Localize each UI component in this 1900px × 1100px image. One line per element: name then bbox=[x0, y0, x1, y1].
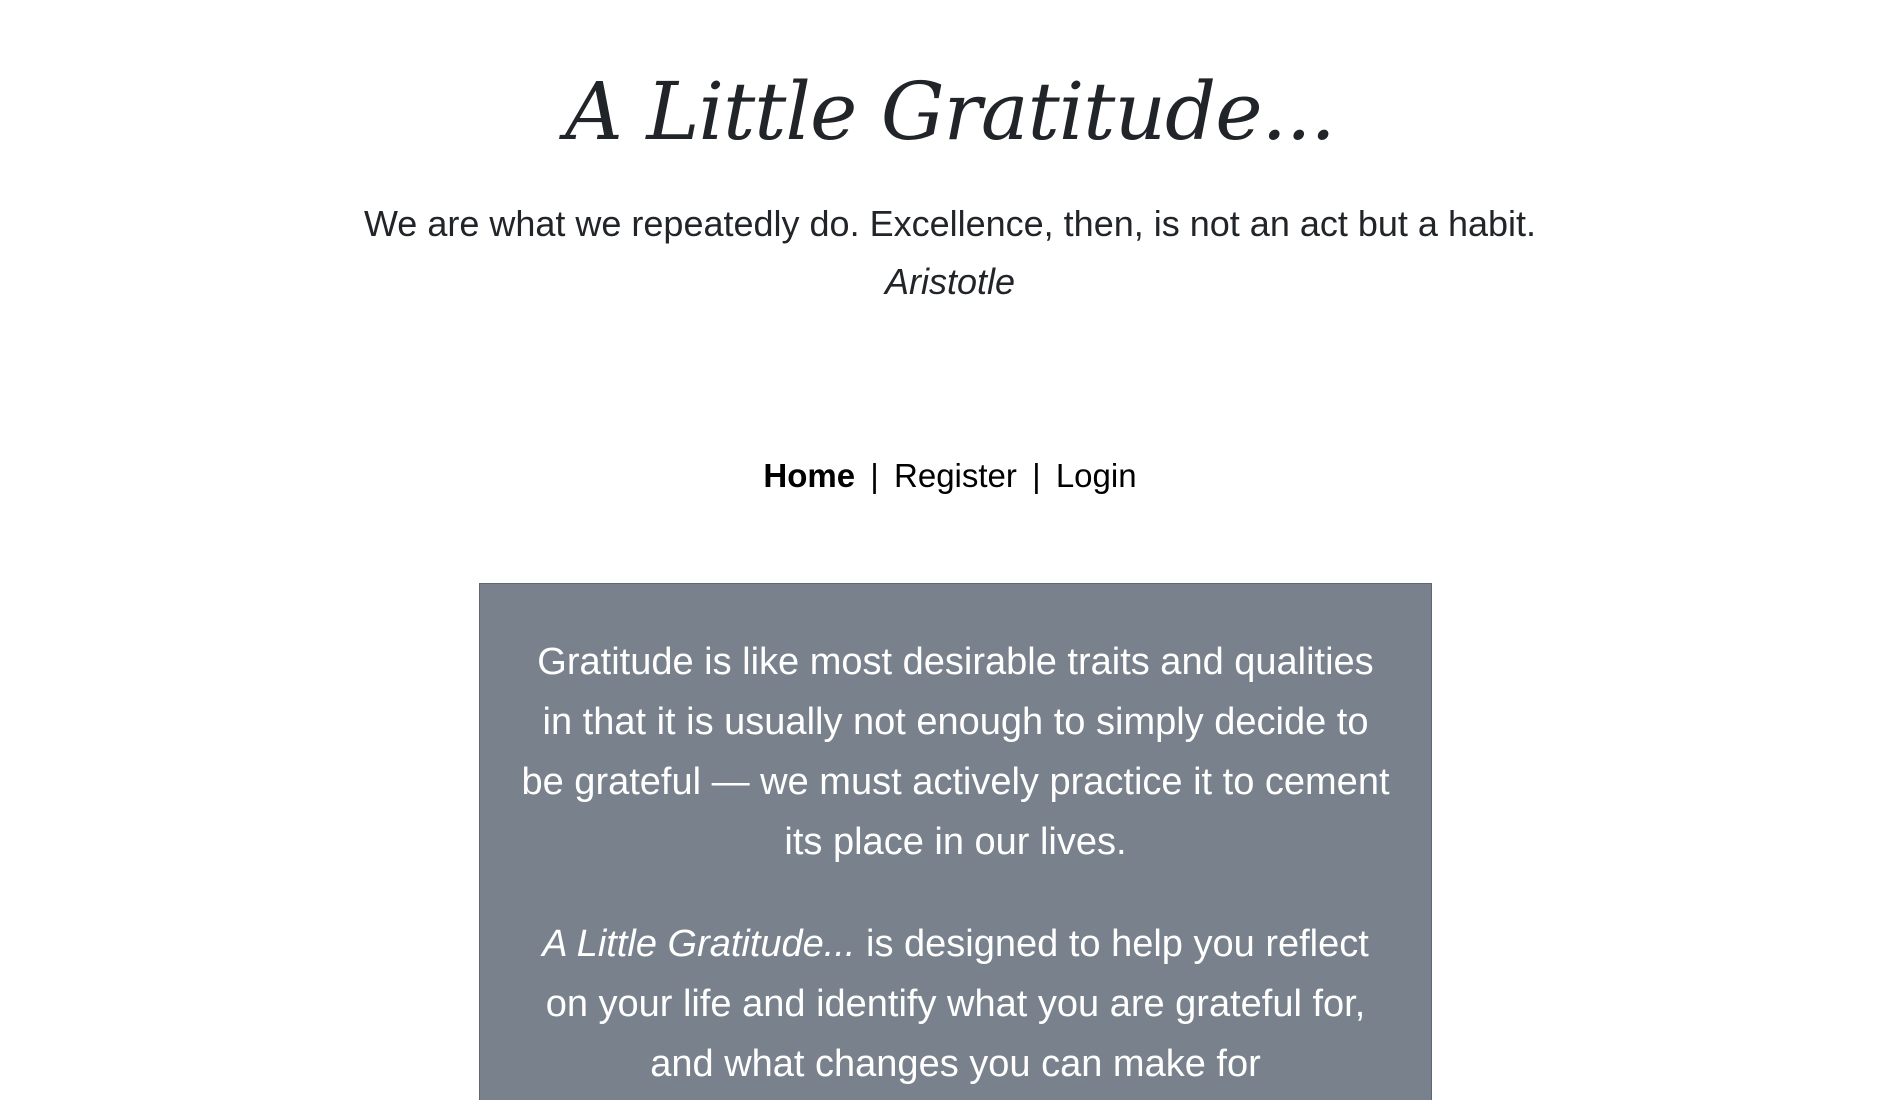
quote-text: We are what we repeatedly do. Excellence… bbox=[363, 203, 1537, 244]
nav-home-link[interactable]: Home bbox=[763, 457, 855, 494]
intro-paragraph-1: Gratitude is like most desirable traits … bbox=[521, 641, 1390, 863]
site-title: A Little Gratitude... bbox=[565, 65, 1336, 158]
nav-login-link[interactable]: Login bbox=[1056, 457, 1137, 494]
quote-author: Aristotle bbox=[884, 261, 1016, 302]
nav-register-link[interactable]: Register bbox=[894, 457, 1017, 494]
nav-separator: | bbox=[1032, 457, 1041, 494]
intro-box: Gratitude is like most desirable traits … bbox=[479, 583, 1432, 1100]
main-nav: Home | Register | Login bbox=[0, 456, 1900, 496]
page: A Little Gratitude... We are what we rep… bbox=[0, 0, 1900, 1100]
nav-separator: | bbox=[870, 457, 879, 494]
intro-app-name: A Little Gratitude... bbox=[542, 923, 856, 965]
intro-paragraph-2: A Little Gratitude... is designed to hel… bbox=[518, 914, 1393, 1094]
